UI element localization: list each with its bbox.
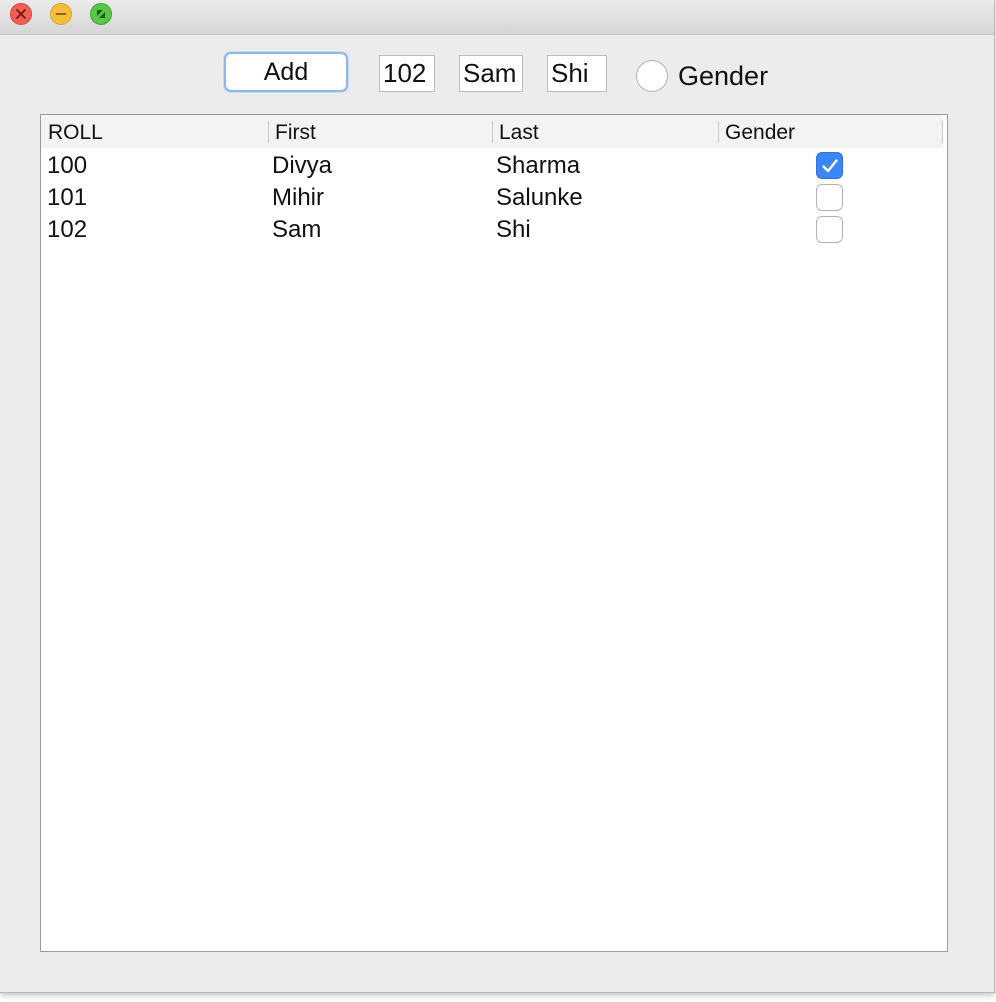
table-row[interactable]: 101 Mihir Salunke: [41, 181, 943, 213]
gender-checkbox[interactable]: [816, 216, 843, 243]
checkmark-icon: [821, 158, 838, 172]
minimize-icon: [55, 13, 67, 15]
roll-cell[interactable]: 100: [47, 149, 87, 181]
close-icon: [16, 9, 26, 19]
gender-checkbox[interactable]: [816, 152, 843, 179]
first-name-cell[interactable]: Sam: [272, 213, 321, 245]
table-header: ROLL First Last Gender: [41, 115, 943, 149]
add-button[interactable]: Add: [224, 52, 348, 92]
last-name-cell[interactable]: Salunke: [496, 181, 583, 213]
maximize-icon: [97, 10, 105, 18]
close-window-button[interactable]: [10, 3, 32, 25]
maximize-window-button[interactable]: [90, 3, 112, 25]
app-window: Add Gender ROLL First Last Gender 100 Di…: [0, 0, 995, 993]
table-scroll-pane[interactable]: ROLL First Last Gender 100 Divya Sharma …: [40, 114, 948, 952]
gender-radio[interactable]: [636, 60, 668, 92]
roll-cell[interactable]: 102: [47, 213, 87, 245]
last-name-field[interactable]: [547, 55, 607, 92]
table-row[interactable]: 102 Sam Shi: [41, 213, 943, 245]
input-toolbar: Add Gender: [0, 34, 994, 114]
column-header-first[interactable]: First: [268, 115, 492, 148]
minimize-window-button[interactable]: [50, 3, 72, 25]
column-header-last[interactable]: Last: [492, 115, 718, 148]
column-header-roll[interactable]: ROLL: [41, 115, 267, 148]
last-name-cell[interactable]: Shi: [496, 213, 531, 245]
gender-radio-label: Gender: [678, 61, 769, 91]
table-row[interactable]: 100 Divya Sharma: [41, 149, 943, 181]
gender-checkbox[interactable]: [816, 184, 843, 211]
column-header-gender[interactable]: Gender: [718, 115, 942, 148]
title-bar[interactable]: [0, 0, 994, 35]
roll-cell[interactable]: 101: [47, 181, 87, 213]
first-name-cell[interactable]: Divya: [272, 149, 332, 181]
last-name-cell[interactable]: Sharma: [496, 149, 580, 181]
roll-field[interactable]: [379, 55, 435, 92]
first-name-cell[interactable]: Mihir: [272, 181, 324, 213]
first-name-field[interactable]: [459, 55, 523, 92]
column-divider[interactable]: [942, 121, 943, 143]
